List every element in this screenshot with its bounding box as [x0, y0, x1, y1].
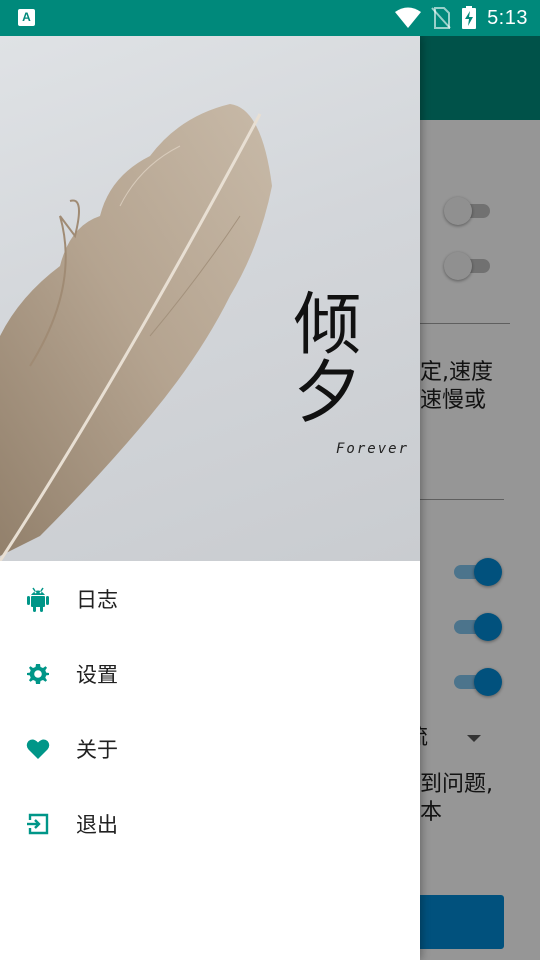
menu-item-label: 日志: [76, 587, 118, 612]
menu-item-exit[interactable]: 退出: [0, 786, 420, 861]
menu-item-log[interactable]: 日志: [0, 561, 420, 636]
menu-item-label: 关于: [76, 737, 118, 762]
menu-item-about[interactable]: 关于: [0, 711, 420, 786]
app-notification-icon: A: [18, 9, 35, 26]
header-title: 倾夕: [281, 288, 360, 424]
drawer-menu: 日志 设置 关于 退出: [0, 561, 420, 861]
menu-item-label: 退出: [76, 812, 118, 837]
menu-item-settings[interactable]: 设置: [0, 636, 420, 711]
wifi-icon: [395, 7, 422, 28]
status-bar: A 5:13: [0, 0, 540, 36]
gear-icon: [26, 662, 50, 686]
status-time: 5:13: [487, 6, 528, 29]
navigation-drawer: 倾夕 Forever 日志 设置 关于 退出: [0, 36, 420, 960]
battery-charging-icon: [462, 6, 477, 29]
header-subtitle: Forever: [336, 441, 410, 457]
menu-item-label: 设置: [76, 662, 118, 687]
heart-icon: [26, 737, 50, 761]
android-icon: [26, 587, 50, 612]
status-icons: 5:13: [395, 0, 528, 36]
no-sim-icon: [431, 7, 451, 29]
exit-icon: [26, 812, 50, 836]
drawer-header: 倾夕 Forever: [0, 36, 420, 561]
